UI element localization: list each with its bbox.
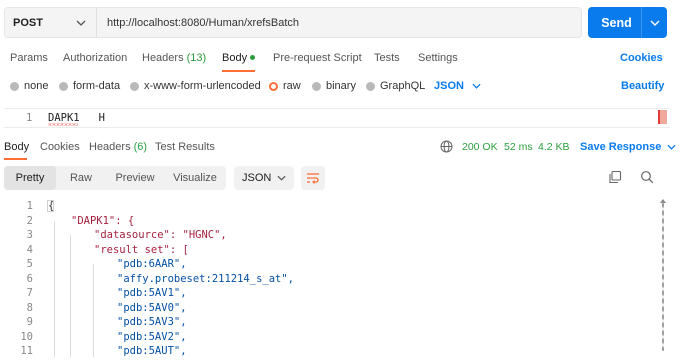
- chevron-down-icon: [277, 175, 286, 181]
- line-number: 7: [26, 287, 33, 299]
- indent-guide: [70, 235, 71, 357]
- body-format-label: JSON: [434, 80, 464, 92]
- line-number: 1: [26, 112, 33, 124]
- radio-x-www-form-urlencoded[interactable]: x-www-form-urlencoded: [130, 80, 261, 92]
- chevron-down-icon: [650, 20, 659, 26]
- tab-pre-request-script[interactable]: Pre-request Script: [273, 52, 362, 64]
- tab-tests[interactable]: Tests: [374, 52, 400, 64]
- radio-label: raw: [283, 80, 301, 92]
- line-number: 11: [20, 345, 33, 357]
- tab-response-cookies[interactable]: Cookies: [40, 141, 80, 153]
- code-line: "pdb:6AAR",: [117, 258, 187, 270]
- view-pretty[interactable]: Pretty: [4, 166, 56, 190]
- code-line: "affy.probeset:211214_s_at",: [117, 272, 295, 285]
- radio-circle: [10, 81, 19, 91]
- save-response-button[interactable]: Save Response: [580, 141, 676, 153]
- tab-body[interactable]: Body: [222, 52, 256, 64]
- view-preview[interactable]: Preview: [106, 166, 164, 190]
- radio-graphql[interactable]: GraphQL: [366, 80, 425, 92]
- chevron-down-icon: [667, 144, 676, 150]
- tab-headers-label: Headers: [142, 52, 184, 64]
- line-number: 10: [20, 330, 33, 343]
- send-label: Send: [601, 15, 632, 30]
- error-marker: [658, 110, 667, 124]
- wrap-icon: [307, 173, 319, 184]
- search-icon[interactable]: [640, 170, 654, 184]
- code-line: "result set": [: [94, 243, 189, 256]
- tab-response-body[interactable]: Body: [4, 141, 29, 153]
- code-line: "pdb:5AV1",: [117, 287, 187, 299]
- line-number: 4: [26, 243, 33, 256]
- view-mode-group: Pretty Raw Preview Visualize: [4, 166, 226, 190]
- status-code[interactable]: 200 OK: [462, 141, 498, 153]
- line-number: 8: [26, 301, 33, 314]
- body-indicator-dot: [250, 55, 256, 60]
- view-visualize[interactable]: Visualize: [164, 166, 226, 190]
- chevron-down-icon: [76, 20, 86, 26]
- line-number: 5: [26, 258, 33, 270]
- line-number: 6: [26, 272, 33, 285]
- globe-icon[interactable]: [440, 140, 453, 153]
- indent-guide: [93, 264, 94, 357]
- radio-circle: [130, 81, 139, 91]
- send-button[interactable]: Send: [588, 7, 667, 38]
- code-line: "pdb:5AUT",: [117, 345, 187, 357]
- active-response-tab-indicator: [4, 158, 27, 160]
- tab-body-label: Body: [222, 52, 248, 64]
- url-input[interactable]: http://localhost:8080/Human/xrefsBatch: [97, 17, 299, 29]
- tab-params[interactable]: Params: [10, 52, 48, 64]
- code-line: "datasource": "HGNC",: [94, 229, 227, 241]
- error-squiggle: [48, 123, 78, 126]
- method-select[interactable]: POST: [5, 8, 97, 37]
- radio-raw[interactable]: raw: [269, 80, 301, 92]
- radio-binary[interactable]: binary: [312, 80, 356, 92]
- code-line: "pdb:5AV3",: [117, 316, 187, 328]
- method-label: POST: [13, 16, 43, 29]
- response-format-label: JSON: [242, 172, 272, 184]
- tab-response-headers[interactable]: Headers (6): [89, 141, 147, 153]
- tab-authorization[interactable]: Authorization: [63, 52, 127, 64]
- radio-label: GraphQL: [380, 80, 426, 92]
- cookies-link[interactable]: Cookies: [620, 52, 663, 64]
- save-response-label: Save Response: [580, 141, 662, 153]
- line-number: 9: [26, 316, 33, 328]
- tab-headers-count: (13): [186, 52, 207, 64]
- beautify-button[interactable]: Beautify: [621, 80, 664, 92]
- copy-icon[interactable]: [608, 170, 622, 184]
- code-line: "pdb:5AV2",: [117, 330, 187, 343]
- response-format-select[interactable]: JSON: [234, 166, 294, 190]
- scrollbar[interactable]: [662, 201, 664, 351]
- wrap-lines-button[interactable]: [301, 166, 325, 190]
- tab-response-headers-count: (6): [133, 141, 148, 153]
- radio-circle: [312, 81, 321, 91]
- tab-response-headers-label: Headers: [89, 141, 131, 153]
- active-tab-indicator: [222, 70, 255, 72]
- code-line: "pdb:5AV0",: [117, 301, 187, 314]
- view-raw[interactable]: Raw: [56, 166, 106, 190]
- code-line: "DAPK1": {: [71, 214, 135, 227]
- radio-label: none: [24, 80, 49, 92]
- radio-circle-selected: [269, 81, 278, 91]
- line-number: 2: [26, 214, 33, 227]
- tab-headers[interactable]: Headers (13): [142, 52, 206, 64]
- line-number: 1: [26, 200, 33, 212]
- radio-form-data[interactable]: form-data: [59, 80, 120, 92]
- body-format-select[interactable]: JSON: [434, 80, 481, 92]
- chevron-down-icon: [472, 83, 481, 89]
- radio-label: x-www-form-urlencoded: [144, 80, 261, 92]
- radio-none[interactable]: none: [10, 80, 48, 92]
- tab-settings[interactable]: Settings: [418, 52, 458, 64]
- radio-label: binary: [326, 80, 356, 92]
- radio-circle: [366, 81, 375, 91]
- bracket-match-highlight: [47, 200, 54, 212]
- radio-circle: [59, 81, 68, 91]
- radio-label: form-data: [73, 80, 121, 92]
- tab-test-results[interactable]: Test Results: [155, 141, 215, 153]
- response-size[interactable]: 4.2 KB: [538, 141, 570, 153]
- send-options-button[interactable]: [641, 7, 667, 38]
- indent-guide: [54, 221, 55, 357]
- request-bar: POST http://localhost:8080/Human/xrefsBa…: [4, 7, 582, 38]
- line-number: 3: [26, 229, 33, 241]
- response-time[interactable]: 52 ms: [504, 141, 533, 153]
